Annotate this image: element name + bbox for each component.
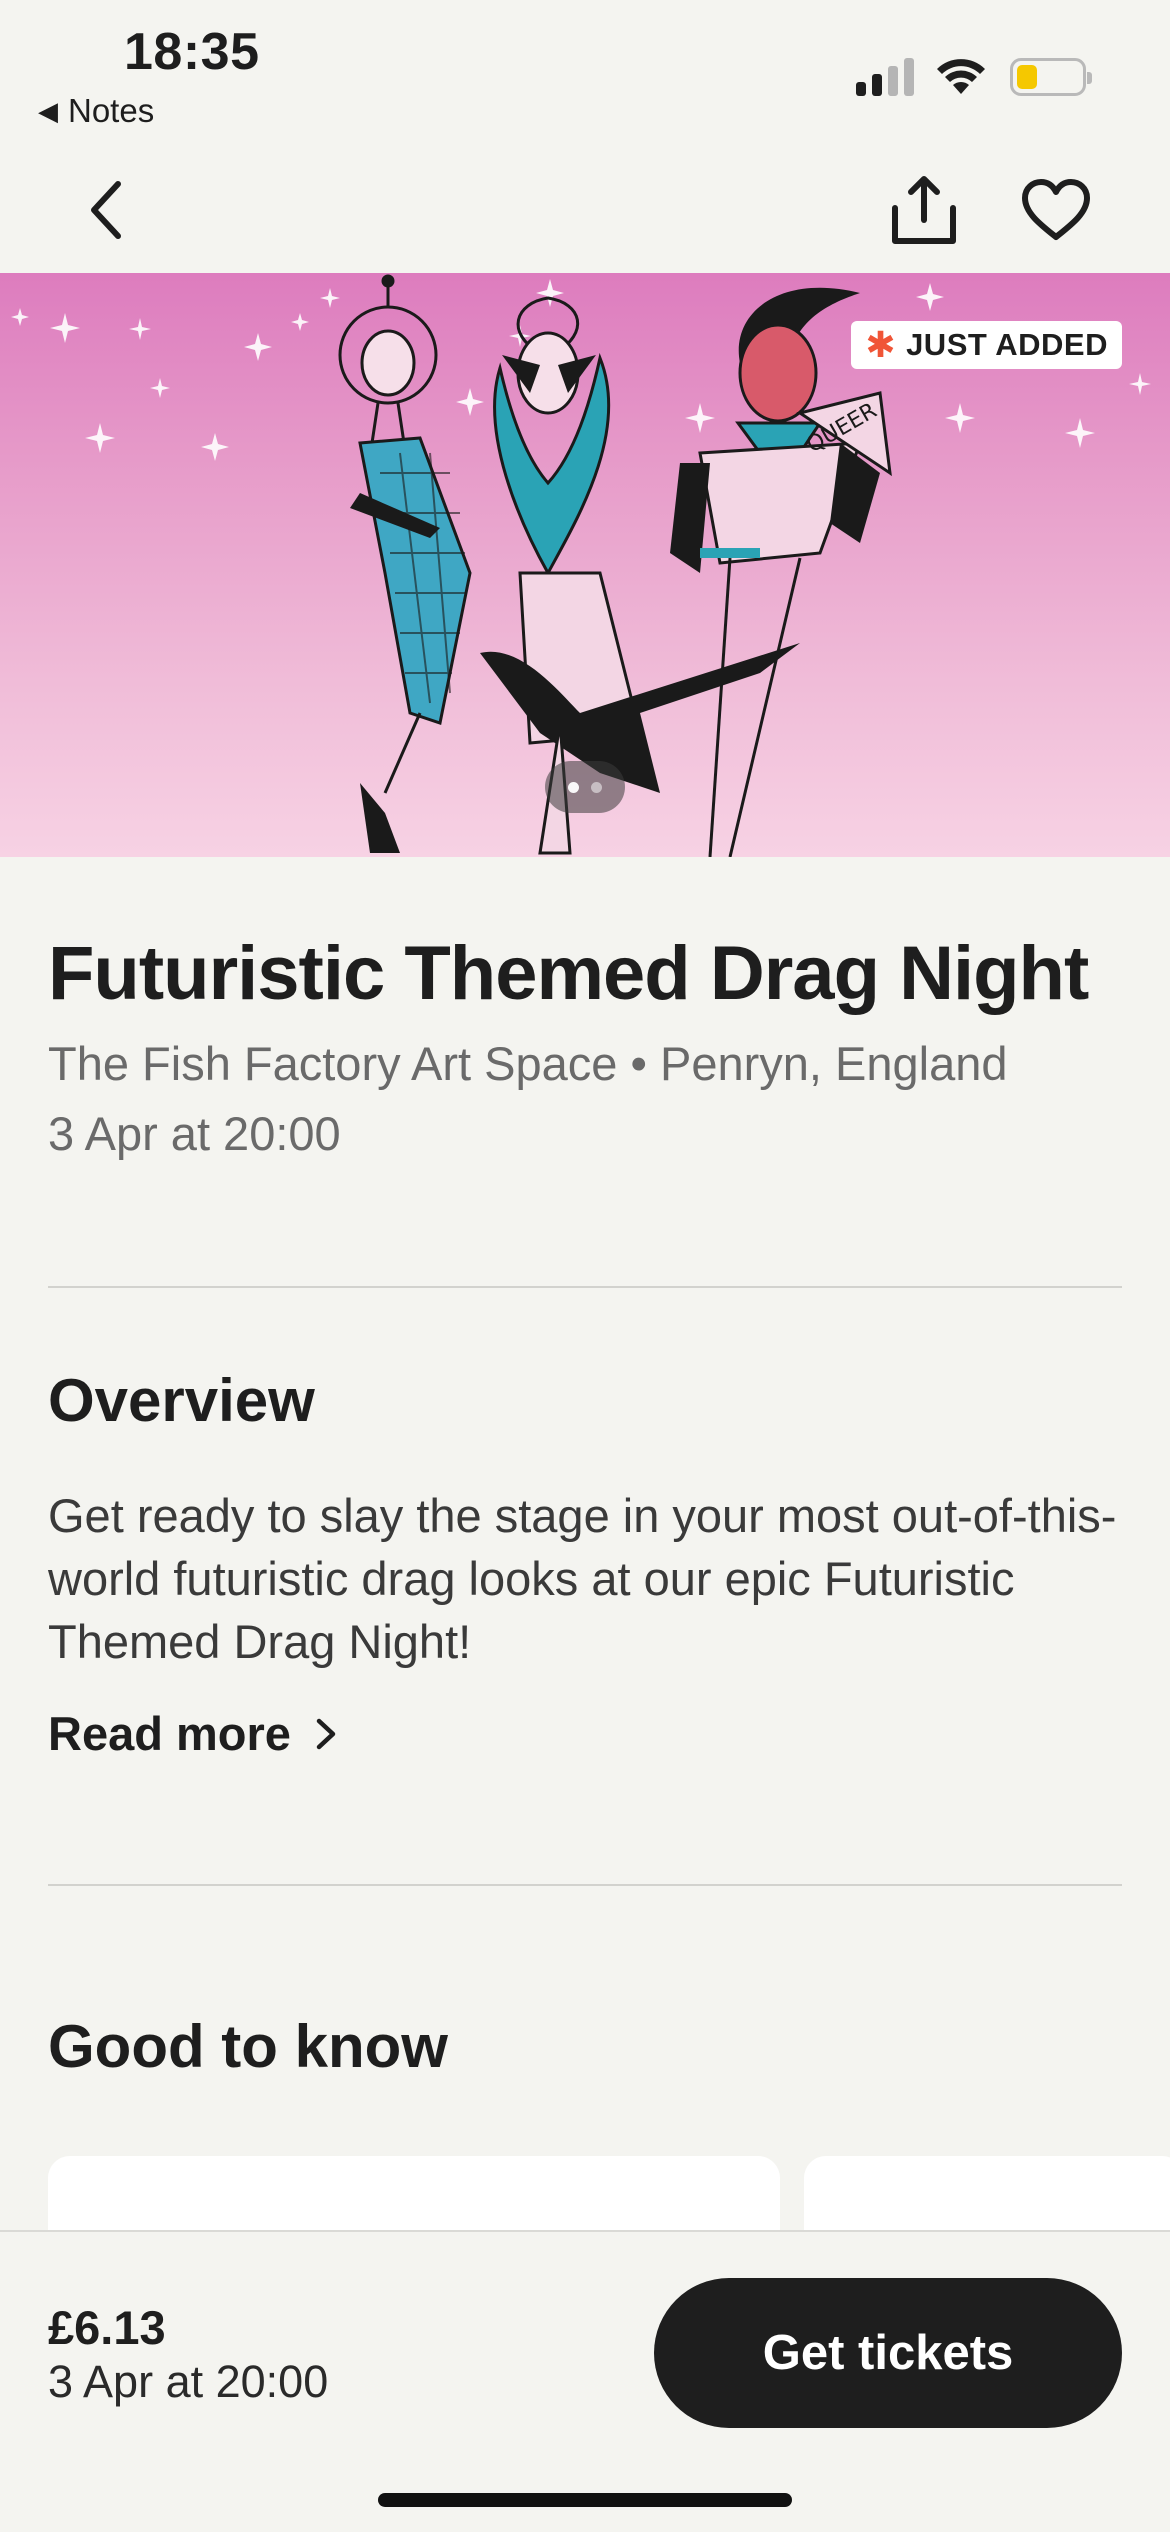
share-icon xyxy=(892,176,956,244)
wifi-icon xyxy=(937,59,985,94)
status-bar: 18:35 ◀ Notes xyxy=(0,0,1170,140)
image-pager[interactable] xyxy=(545,761,625,813)
pager-dot-active xyxy=(568,781,579,793)
top-nav-bar xyxy=(0,150,1170,270)
status-time: 18:35 xyxy=(124,23,260,81)
battery-icon xyxy=(1010,58,1092,96)
just-added-badge: ✱ JUST ADDED xyxy=(851,321,1122,369)
like-button[interactable] xyxy=(1016,170,1096,250)
read-more-label: Read more xyxy=(48,1707,291,1760)
badge-label: JUST ADDED xyxy=(906,327,1108,362)
get-tickets-button[interactable]: Get tickets xyxy=(654,2278,1122,2428)
asterisk-icon: ✱ xyxy=(865,324,897,365)
ticket-date: 3 Apr at 20:00 xyxy=(48,2356,329,2407)
cellular-signal-icon xyxy=(856,58,914,96)
home-indicator xyxy=(378,2493,792,2507)
share-button[interactable] xyxy=(884,170,964,250)
chevron-left-icon xyxy=(91,181,121,239)
ticket-price: £6.13 xyxy=(48,2301,166,2354)
back-triangle-icon: ◀ xyxy=(38,95,58,126)
section-divider xyxy=(48,1286,1122,1288)
pager-dot xyxy=(591,781,602,793)
event-venue[interactable]: The Fish Factory Art Space • Penryn, Eng… xyxy=(48,1036,1008,1091)
back-app-label: Notes xyxy=(68,92,155,129)
overview-text: Get ready to slay the stage in your most… xyxy=(48,1489,1117,1668)
good-to-know-heading: Good to know xyxy=(48,2013,448,2080)
heart-icon xyxy=(1022,179,1090,240)
section-divider xyxy=(48,1884,1122,1886)
event-date: 3 Apr at 20:00 xyxy=(48,1107,341,1160)
back-button[interactable] xyxy=(66,170,146,250)
back-to-app-link[interactable]: ◀ Notes xyxy=(38,92,154,130)
bottom-ticket-bar: £6.13 3 Apr at 20:00 Get tickets xyxy=(0,2230,1170,2532)
chevron-right-icon xyxy=(316,1718,336,1749)
read-more-link[interactable]: Read more xyxy=(48,1706,337,1761)
overview-heading: Overview xyxy=(48,1367,315,1434)
event-title: Futuristic Themed Drag Night xyxy=(48,931,1089,1016)
event-hero-image[interactable]: QUEER ✱ JUST ADDED xyxy=(0,273,1170,857)
